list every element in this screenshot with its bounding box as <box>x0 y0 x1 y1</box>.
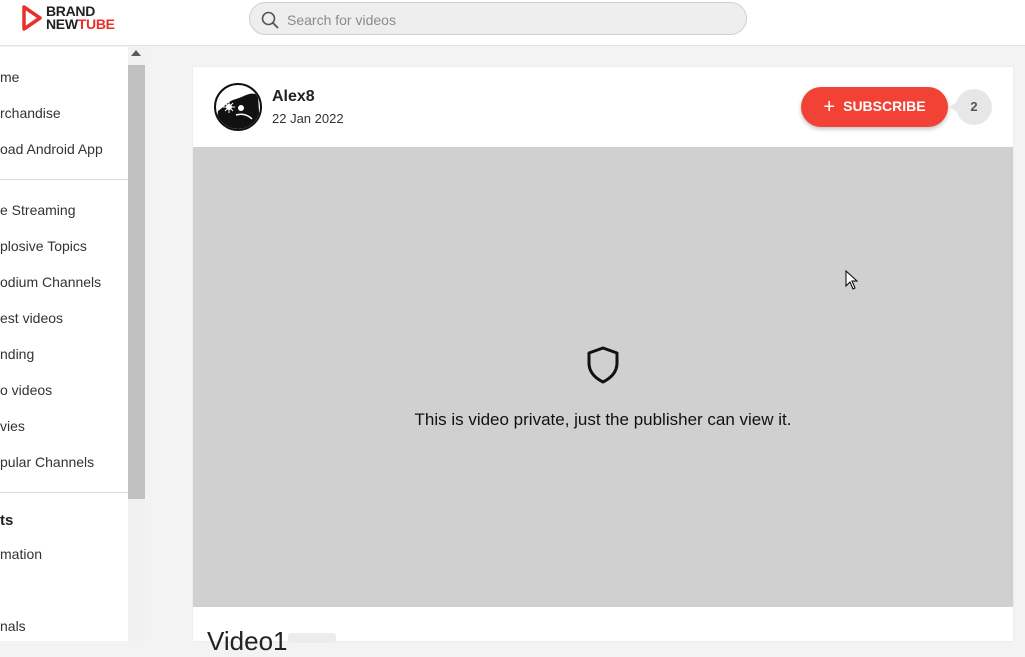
title-badge <box>288 633 336 643</box>
channel-name[interactable]: Alex8 <box>272 88 315 106</box>
logo-line2-new: NEW <box>46 16 78 32</box>
sidebar-item-trending[interactable]: nding <box>0 346 34 362</box>
sidebar-item-top-videos[interactable]: o videos <box>0 382 52 398</box>
mouse-cursor-icon <box>845 270 859 290</box>
top-header: BRAND NEWTUBE <box>0 0 1025 46</box>
subscribe-label: SUBSCRIBE <box>843 97 926 114</box>
sidebar-item-download-android-app[interactable]: oad Android App <box>0 141 103 157</box>
subscribe-button[interactable]: + SUBSCRIBE <box>801 87 948 127</box>
logo-line2-tube: TUBE <box>77 16 115 32</box>
video-player[interactable]: This is video private, just the publishe… <box>193 147 1013 607</box>
sidebar-item-live-streaming[interactable]: e Streaming <box>0 202 75 218</box>
sidebar-scrollbar[interactable] <box>128 47 145 641</box>
search-bar[interactable] <box>249 2 747 36</box>
sidebar-section-heading: ts <box>0 512 14 529</box>
subscriber-count-badge: 2 <box>949 89 992 125</box>
avatar-image-icon <box>216 93 260 129</box>
search-icon[interactable] <box>261 11 279 29</box>
brandnewtube-logo[interactable]: BRAND NEWTUBE <box>22 4 132 34</box>
search-input[interactable] <box>285 3 729 36</box>
sidebar-item-explosive-topics[interactable]: plosive Topics <box>0 238 87 254</box>
sidebar-item-home[interactable]: me <box>0 69 19 85</box>
shield-icon <box>587 346 619 384</box>
plus-icon: + <box>823 95 836 118</box>
sidebar-divider <box>0 179 128 180</box>
private-video-message: This is video private, just the publishe… <box>414 410 792 429</box>
play-logo-icon <box>22 5 42 31</box>
sidebar-item-popular-channels[interactable]: pular Channels <box>0 454 94 470</box>
video-title: Video1 <box>207 626 288 656</box>
logo-text: BRAND NEWTUBE <box>46 4 115 32</box>
video-card: Alex8 22 Jan 2022 + SUBSCRIBE 2 This is v… <box>193 67 1013 656</box>
sidebar-item-podium-channels[interactable]: odium Channels <box>0 274 101 290</box>
sidebar-item-merchandise[interactable]: rchandise <box>0 105 61 121</box>
scrollbar-thumb[interactable] <box>128 65 145 499</box>
sidebar-item-channels[interactable]: nals <box>0 618 26 634</box>
sidebar-item-latest-videos[interactable]: est videos <box>0 310 63 326</box>
sidebar: me rchandise oad Android App e Streaming… <box>0 47 128 641</box>
sidebar-item-information[interactable]: mation <box>0 546 42 562</box>
sidebar-item-movies[interactable]: vies <box>0 418 25 434</box>
scroll-up-arrow-icon[interactable] <box>131 50 141 56</box>
channel-avatar[interactable] <box>214 83 262 131</box>
sidebar-divider <box>0 492 128 493</box>
upload-date: 22 Jan 2022 <box>272 111 344 126</box>
logo-line2: NEWTUBE <box>46 16 115 32</box>
